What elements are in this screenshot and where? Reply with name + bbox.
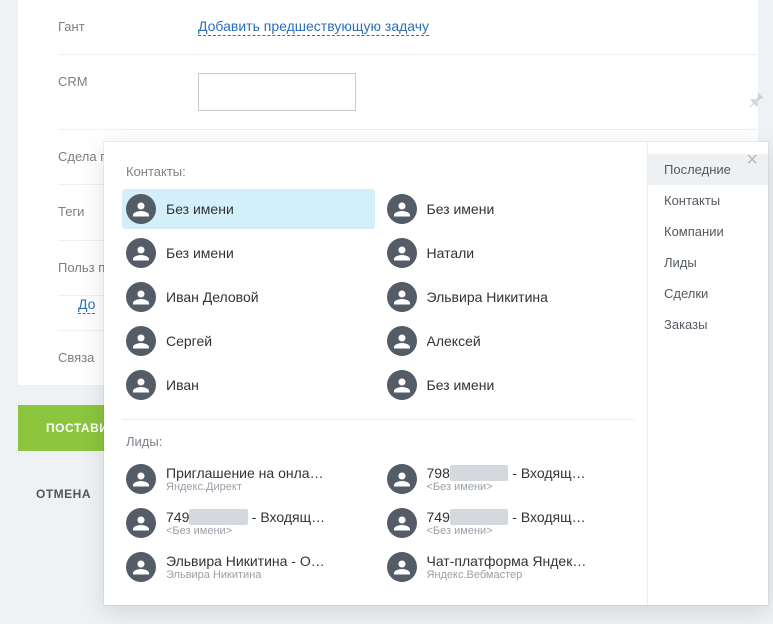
lead-item[interactable]: Эльвира Никитина - О…Эльвира Никитина <box>122 547 375 587</box>
item-subtitle: <Без имени> <box>427 525 586 537</box>
side-tab-Контакты[interactable]: Контакты <box>648 185 768 216</box>
item-name: Без имени <box>427 377 495 393</box>
person-icon <box>126 508 156 538</box>
lead-item[interactable]: 7490000000 - Входящ…<Без имени> <box>383 503 636 543</box>
contact-item[interactable]: Алексей <box>383 321 636 361</box>
section-title-contacts: Контакты: <box>126 164 647 179</box>
row-crm: CRM <box>58 55 758 130</box>
person-icon <box>387 194 417 224</box>
item-subtitle: <Без имени> <box>427 481 586 493</box>
person-icon <box>126 370 156 400</box>
close-icon[interactable]: × <box>746 150 758 170</box>
popover-side-tabs: ПоследниеКонтактыКомпанииЛидыСделкиЗаказ… <box>648 142 768 605</box>
contact-item[interactable]: Натали <box>383 233 636 273</box>
side-tab-Заказы[interactable]: Заказы <box>648 309 768 340</box>
item-name: Натали <box>427 245 475 261</box>
side-tab-Сделки[interactable]: Сделки <box>648 278 768 309</box>
row-gantt: Гант Добавить предшествующую задачу <box>58 0 758 55</box>
contact-item[interactable]: Без имени <box>122 189 375 229</box>
crm-search-input[interactable] <box>198 73 356 111</box>
person-icon <box>126 326 156 356</box>
item-name: Иван Деловой <box>166 289 259 305</box>
item-name: Чат-платформа Яндек… <box>427 553 587 569</box>
item-name: Алексей <box>427 333 481 349</box>
item-subtitle: Эльвира Никитина <box>166 569 325 581</box>
pin-icon[interactable] <box>747 90 765 108</box>
cancel-button[interactable]: ОТМЕНА <box>18 475 109 513</box>
item-subtitle: Яндекс.Директ <box>166 481 326 493</box>
side-tab-Компании[interactable]: Компании <box>648 216 768 247</box>
contact-item[interactable]: Иван <box>122 365 375 405</box>
item-subtitle: Яндекс.Вебмастер <box>427 569 587 581</box>
contact-item[interactable]: Без имени <box>383 365 636 405</box>
item-name: Иван <box>166 377 199 393</box>
item-name: Без имени <box>166 201 234 217</box>
label-gantt: Гант <box>58 18 198 36</box>
divider <box>122 419 635 420</box>
lead-item[interactable]: 7980000000 - Входящ…<Без имени> <box>383 459 636 499</box>
lead-item[interactable]: 7490000000 - Входящ…<Без имени> <box>122 503 375 543</box>
crm-entity-popover: × Контакты: Без имени Без имени Без имени Н… <box>104 142 768 605</box>
item-name: Эльвира Никитина <box>427 289 548 305</box>
contact-item[interactable]: Сергей <box>122 321 375 361</box>
item-name: Приглашение на онлай… <box>166 465 326 481</box>
lead-item[interactable]: Чат-платформа Яндек…Яндекс.Вебмастер <box>383 547 636 587</box>
contact-item[interactable]: Без имени <box>122 233 375 273</box>
person-icon <box>387 282 417 312</box>
item-name: Эльвира Никитина - О… <box>166 553 325 569</box>
person-icon <box>387 370 417 400</box>
person-icon <box>387 508 417 538</box>
person-icon <box>387 238 417 268</box>
person-icon <box>126 238 156 268</box>
person-icon <box>387 464 417 494</box>
lead-item[interactable]: Приглашение на онлай…Яндекс.Директ <box>122 459 375 499</box>
contact-item[interactable]: Иван Деловой <box>122 277 375 317</box>
contact-item[interactable]: Эльвира Никитина <box>383 277 636 317</box>
person-icon <box>387 552 417 582</box>
person-icon <box>126 464 156 494</box>
person-icon <box>126 552 156 582</box>
item-name: Без имени <box>166 245 234 261</box>
label-crm: CRM <box>58 73 198 91</box>
item-name: Сергей <box>166 333 212 349</box>
add-userfield-link[interactable]: До <box>78 296 95 314</box>
person-icon <box>387 326 417 356</box>
person-icon <box>126 282 156 312</box>
item-subtitle: <Без имени> <box>166 525 325 537</box>
gantt-add-predecessor-link[interactable]: Добавить предшествующую задачу <box>198 18 429 36</box>
item-name: Без имени <box>427 201 495 217</box>
contact-item[interactable]: Без имени <box>383 189 636 229</box>
side-tab-Лиды[interactable]: Лиды <box>648 247 768 278</box>
section-title-leads: Лиды: <box>126 434 647 449</box>
person-icon <box>126 194 156 224</box>
popover-main: Контакты: Без имени Без имени Без имени Нат… <box>104 142 648 605</box>
